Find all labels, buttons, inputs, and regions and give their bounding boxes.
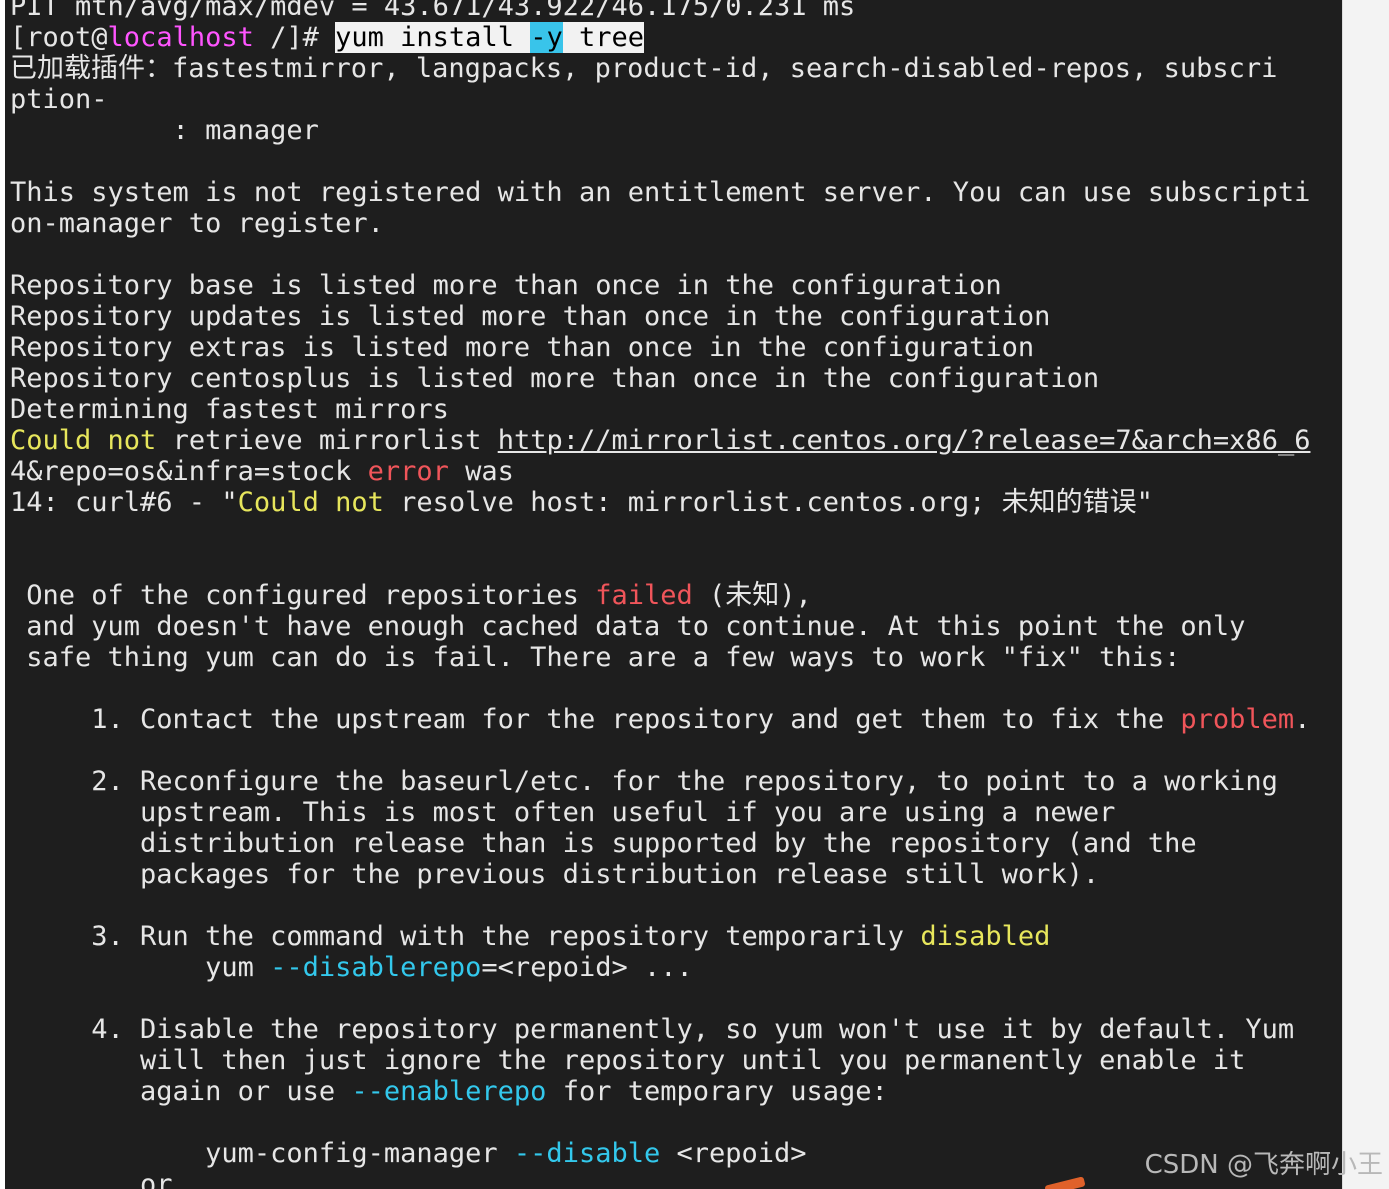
terminal-text: safe thing yum can do is fail. There are…	[10, 642, 1181, 673]
terminal-text: localhost	[107, 22, 254, 53]
terminal-text: 3. Run the command with the repository t…	[10, 921, 921, 952]
terminal-text: error	[367, 456, 449, 487]
terminal-text: 已加载插件：fastestmirror, langpacks, product-…	[10, 53, 1278, 84]
terminal-text: 14: curl#6 - "	[10, 487, 238, 518]
terminal-line: 3. Run the command with the repository t…	[10, 921, 1310, 952]
terminal-text: 2. Reconfigure the baseurl/etc. for the …	[10, 766, 1278, 797]
terminal-text: : manager	[10, 115, 319, 146]
terminal-text: --enablerepo	[351, 1076, 547, 1107]
terminal-text: --disablerepo	[270, 952, 482, 983]
terminal-line: One of the configured repositories faile…	[10, 580, 1310, 611]
terminal-line: 14: curl#6 - "Could not resolve host: mi…	[10, 487, 1310, 518]
terminal-line: and yum doesn't have enough cached data …	[10, 611, 1310, 642]
terminal-text: disabled	[920, 921, 1051, 952]
terminal-text: Determining fastest mirrors	[10, 394, 449, 425]
terminal-text: will then just ignore the repository unt…	[10, 1045, 1246, 1076]
terminal-text: and yum doesn't have enough cached data …	[10, 611, 1246, 642]
terminal-line: on-manager to register.	[10, 208, 1310, 239]
terminal-text: Repository updates is listed more than o…	[10, 301, 1051, 332]
terminal-line: 2. Reconfigure the baseurl/etc. for the …	[10, 766, 1310, 797]
terminal-text: problem	[1180, 704, 1295, 735]
terminal-text: yum	[10, 952, 271, 983]
terminal-text: ption-	[10, 84, 108, 115]
terminal-text: Repository base is listed more than once…	[10, 270, 1002, 301]
terminal-line: 已加载插件：fastestmirror, langpacks, product-…	[10, 53, 1310, 84]
terminal-line: again or use --enablerepo for temporary …	[10, 1076, 1310, 1107]
terminal-text: Repository centosplus is listed more tha…	[10, 363, 1100, 394]
terminal-text: was	[448, 456, 514, 487]
terminal-text: One of the configured repositories	[10, 580, 596, 611]
terminal-line: Determining fastest mirrors	[10, 394, 1310, 425]
terminal-text: <repoid>	[660, 1138, 807, 1169]
terminal-text: Repository extras is listed more than on…	[10, 332, 1035, 363]
watermark: CSDN @飞奔啊小王	[1144, 1150, 1383, 1180]
terminal-line: yum --disablerepo=<repoid> ...	[10, 952, 1310, 983]
terminal-text: Could not	[237, 487, 384, 518]
terminal-text: packages for the previous distribution r…	[10, 859, 1100, 890]
terminal-text: --disable	[513, 1138, 661, 1169]
terminal-text: retrieve mirrorlist	[156, 425, 498, 456]
terminal-text: http://mirrorlist.centos.org/?release=7&…	[497, 425, 1311, 456]
terminal-text: PIT mtn/avg/max/mdev = 43.671/43.922/46.…	[10, 0, 856, 22]
terminal-line: yum-config-manager --disable <repoid>	[10, 1138, 1310, 1169]
terminal-text: /]#	[253, 22, 336, 53]
terminal-line: 4. Disable the repository permanently, s…	[10, 1014, 1310, 1045]
terminal-text: (未知),	[692, 580, 812, 611]
terminal-line: 4&repo=os&infra=stock error was	[10, 456, 1310, 487]
terminal-text: 4&repo=os&infra=stock	[10, 456, 368, 487]
terminal-text: .	[1294, 704, 1311, 735]
terminal-text: again or use	[10, 1076, 352, 1107]
terminal-text: tree	[562, 22, 645, 53]
terminal-text: This system is not registered with an en…	[10, 177, 1311, 208]
terminal-line: Repository base is listed more than once…	[10, 270, 1310, 301]
terminal-text: or	[10, 1169, 173, 1189]
terminal-output: PIT mtn/avg/max/mdev = 43.671/43.922/46.…	[10, 0, 1310, 1189]
terminal-text: yum-config-manager	[10, 1138, 514, 1169]
terminal-text: upstream. This is most often useful if y…	[10, 797, 1116, 828]
terminal-line: Repository centosplus is listed more tha…	[10, 363, 1310, 394]
terminal-text: [root@	[10, 22, 108, 53]
terminal-line: or	[10, 1169, 1310, 1189]
terminal-text: failed	[595, 580, 693, 611]
terminal-text: Could not	[10, 425, 157, 456]
terminal-line: safe thing yum can do is fail. There are…	[10, 642, 1310, 673]
terminal-line: Repository extras is listed more than on…	[10, 332, 1310, 363]
terminal-line: This system is not registered with an en…	[10, 177, 1310, 208]
terminal-window[interactable]: PIT mtn/avg/max/mdev = 43.671/43.922/46.…	[5, 0, 1342, 1189]
terminal-line: : manager	[10, 115, 1310, 146]
terminal-line: ption-	[10, 84, 1310, 115]
terminal-line: Repository updates is listed more than o…	[10, 301, 1310, 332]
terminal-text: -y	[530, 22, 563, 53]
scrollbar-track[interactable]	[1342, 0, 1389, 1189]
terminal-text: for temporary usage:	[546, 1076, 888, 1107]
terminal-text: 4. Disable the repository permanently, s…	[10, 1014, 1295, 1045]
terminal-line: 1. Contact the upstream for the reposito…	[10, 704, 1310, 735]
terminal-text: resolve host: mirrorlist.centos.org; 未知的…	[383, 487, 1153, 518]
terminal-line: distribution release than is supported b…	[10, 828, 1310, 859]
terminal-text: =<repoid> ...	[481, 952, 693, 983]
terminal-line: Could not retrieve mirrorlist http://mir…	[10, 425, 1310, 456]
terminal-line: [root@localhost /]# yum install -y tree	[10, 22, 1310, 53]
terminal-line: packages for the previous distribution r…	[10, 859, 1310, 890]
terminal-text: yum install	[335, 22, 531, 53]
screenshot-page: PIT mtn/avg/max/mdev = 43.671/43.922/46.…	[0, 0, 1389, 1189]
terminal-text: distribution release than is supported b…	[10, 828, 1197, 859]
terminal-line: PIT mtn/avg/max/mdev = 43.671/43.922/46.…	[10, 0, 1310, 22]
terminal-line: will then just ignore the repository unt…	[10, 1045, 1310, 1076]
terminal-text: on-manager to register.	[10, 208, 384, 239]
terminal-line: upstream. This is most often useful if y…	[10, 797, 1310, 828]
terminal-text: 1. Contact the upstream for the reposito…	[10, 704, 1181, 735]
